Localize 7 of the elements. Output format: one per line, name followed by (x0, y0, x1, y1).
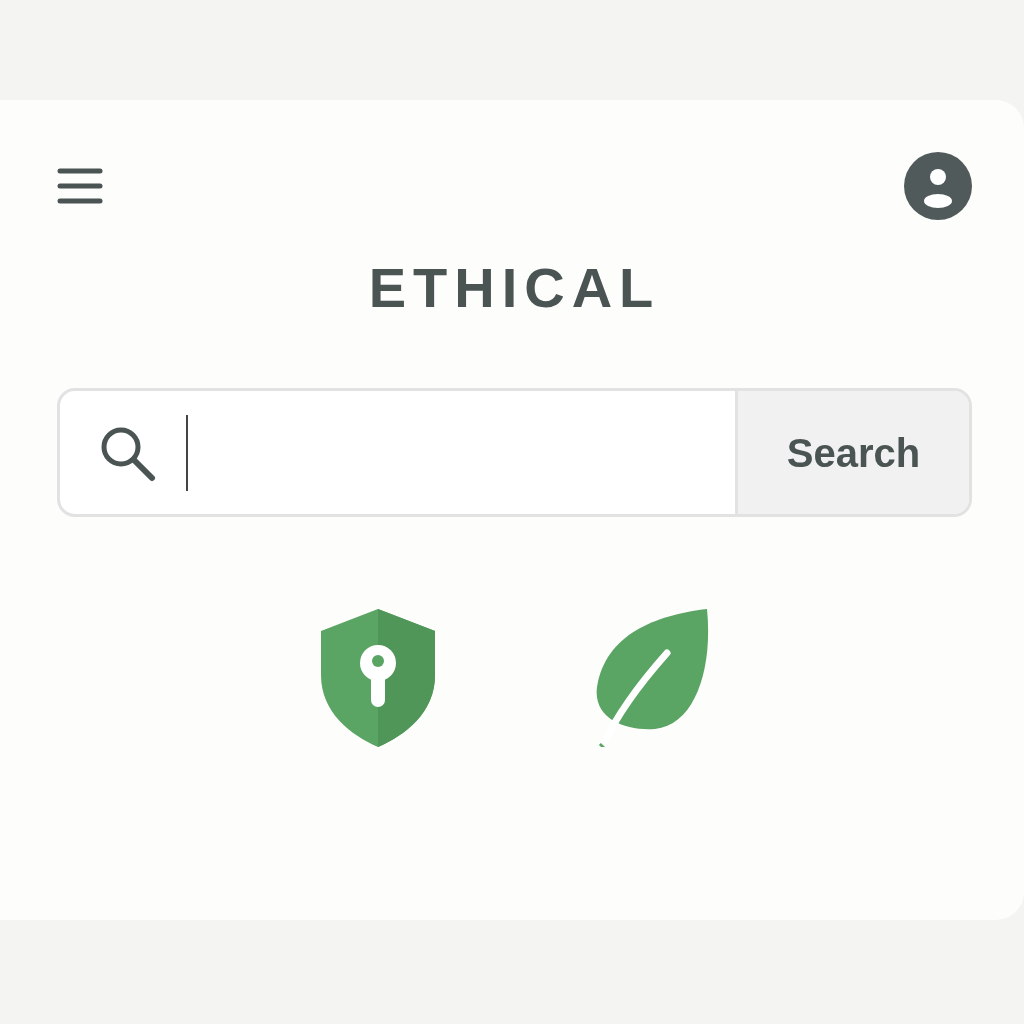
shield-keyhole-icon (320, 609, 435, 747)
leaf-icon (594, 609, 709, 747)
app-title: ETHICAL (367, 260, 662, 316)
menu-icon[interactable] (57, 166, 103, 206)
user-avatar-icon[interactable] (904, 152, 972, 220)
search-field[interactable]: Search (57, 388, 972, 517)
search-button[interactable]: Search (735, 391, 969, 514)
